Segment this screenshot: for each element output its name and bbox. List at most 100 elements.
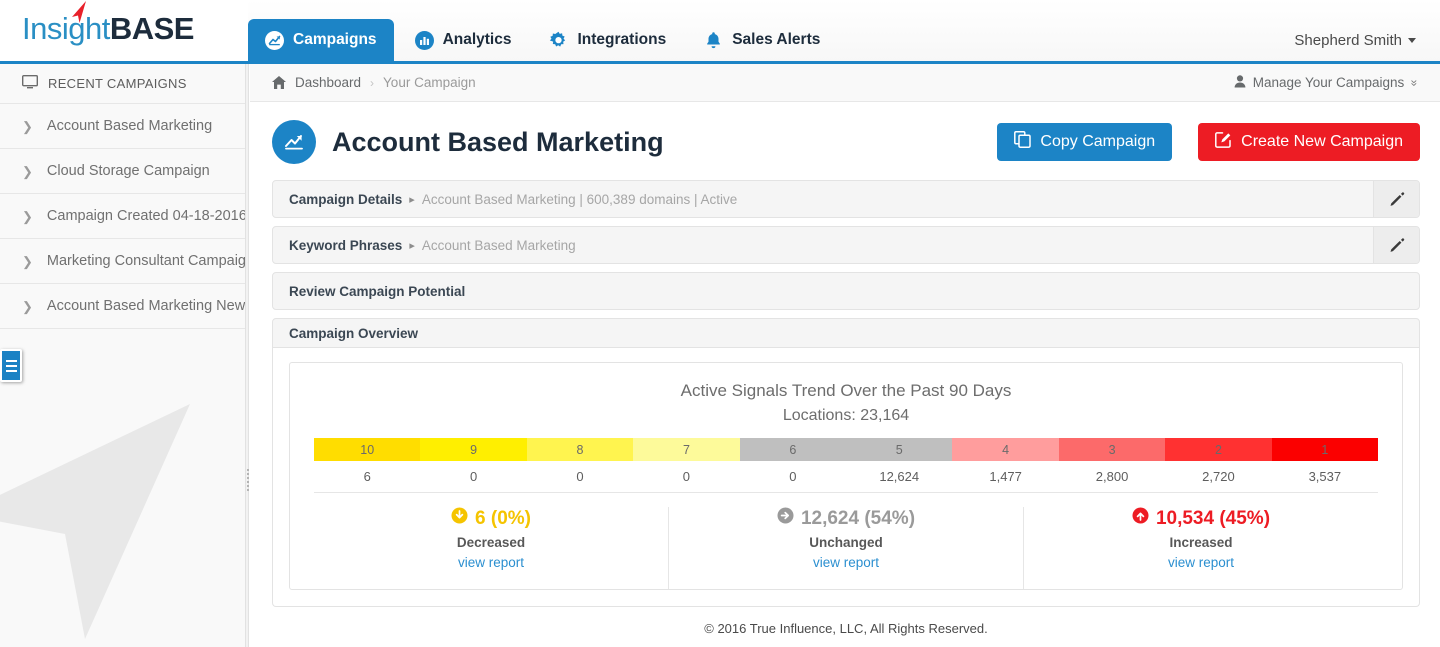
stat-value-wrap: 6 (0%) — [451, 507, 531, 530]
tab-sales-alerts[interactable]: Sales Alerts — [687, 19, 837, 61]
value-cell: 0 — [789, 469, 797, 484]
value-cell: 2,720 — [1202, 469, 1235, 484]
logo-arrow-icon — [72, 1, 86, 23]
tab-sales-alerts-label: Sales Alerts — [732, 31, 821, 48]
sidebar-header: RECENT CAMPAIGNS — [0, 64, 245, 104]
stat-label: Unchanged — [809, 535, 883, 550]
scale-cell[interactable]: 9 — [420, 438, 527, 461]
home-icon — [272, 76, 286, 89]
page-action-buttons: Copy Campaign Create New Campaign — [997, 123, 1420, 161]
scale-cell[interactable]: 3 — [1058, 438, 1166, 461]
value-cell: 0 — [576, 469, 584, 484]
signal-scale: 10 9 8 7 6 5 4 3 2 1 6 0 0 0 0 12,624 1,… — [314, 438, 1379, 493]
scale-cell[interactable]: 7 — [633, 438, 740, 461]
chart-title: Active Signals Trend Over the Past 90 Da… — [680, 381, 1012, 400]
active-signals-chart: Active Signals Trend Over the Past 90 Da… — [289, 362, 1403, 590]
splitter-grip-dots — [247, 469, 249, 491]
arrow-circle-up-icon — [1132, 507, 1149, 530]
sidebar-item-cloud-storage-campaign[interactable]: ❯ Cloud Storage Campaign — [0, 149, 245, 194]
scale-cell[interactable]: 10 — [314, 438, 421, 461]
sidebar-item-marketing-consultant-campaign[interactable]: ❯ Marketing Consultant Campaign — [0, 239, 245, 284]
sidebar-toggle-button[interactable] — [0, 349, 22, 382]
panel-campaign-details[interactable]: Campaign Details ▸ Account Based Marketi… — [272, 180, 1420, 218]
gear-icon — [549, 31, 568, 50]
create-new-campaign-button[interactable]: Create New Campaign — [1198, 123, 1420, 161]
copy-icon — [1014, 131, 1032, 153]
edit-campaign-details-button[interactable] — [1373, 181, 1419, 217]
scale-cell[interactable]: 5 — [846, 438, 953, 461]
chart-subtitle: Locations: 23,164 — [782, 407, 910, 424]
monitor-icon — [21, 74, 39, 92]
stat-value: 12,624 (54%) — [800, 507, 916, 529]
sidebar-splitter[interactable] — [245, 64, 249, 647]
tab-integrations-label: Integrations — [577, 31, 667, 48]
chevron-down-icon — [1408, 37, 1416, 43]
panel-campaign-overview-header[interactable]: Campaign Overview — [272, 318, 1420, 348]
footer-copyright: © 2016 True Influence, LLC, All Rights R… — [704, 621, 988, 636]
sidebar-item-account-based-marketing[interactable]: ❯ Account Based Marketing — [0, 104, 245, 149]
stat-value: 6 (0%) — [475, 507, 531, 529]
stat-decreased: 6 (0%) Decreased view report — [314, 507, 668, 589]
top-navigation-bar: InsightBASE Campaigns Analytics Integrat… — [0, 0, 1440, 64]
arrow-circle-down-icon — [451, 507, 468, 530]
hamburger-icon-bar — [5, 369, 17, 372]
panel-title: Campaign Details — [289, 191, 403, 207]
breadcrumb-dashboard[interactable]: Dashboard — [295, 75, 361, 90]
chevron-right-icon: ❯ — [22, 118, 33, 134]
view-report-link-increased[interactable]: view report — [1168, 555, 1234, 570]
manage-your-campaigns-link[interactable]: Manage Your Campaigns » — [1234, 74, 1422, 91]
app-logo[interactable]: InsightBASE — [0, 0, 248, 61]
caret-right-icon: ▸ — [409, 239, 415, 252]
hamburger-icon-bar — [5, 359, 17, 362]
sidebar-item-label: Account Based Marketing New ... — [46, 298, 245, 314]
stat-value-wrap: 10,534 (45%) — [1132, 507, 1270, 530]
chart-line-icon — [272, 120, 316, 164]
panel-subtitle: Account Based Marketing — [421, 237, 576, 253]
scale-cell[interactable]: 4 — [952, 438, 1059, 461]
bell-icon — [704, 31, 723, 50]
scale-cell[interactable]: 8 — [526, 438, 634, 461]
stat-label: Increased — [1169, 535, 1233, 550]
tab-analytics[interactable]: Analytics — [398, 19, 529, 61]
chart-line-circle-icon — [265, 30, 284, 50]
panel-review-campaign-potential[interactable]: Review Campaign Potential — [272, 272, 1420, 310]
sidebar-item-label: Cloud Storage Campaign — [46, 163, 210, 179]
edit-keyword-phrases-button[interactable] — [1373, 227, 1419, 263]
user-menu[interactable]: Shepherd Smith — [1294, 19, 1440, 61]
value-cell: 3,537 — [1308, 469, 1342, 484]
copy-campaign-button[interactable]: Copy Campaign — [997, 123, 1173, 161]
arrow-watermark-icon — [0, 404, 190, 639]
tab-analytics-label: Analytics — [442, 31, 512, 48]
tab-campaigns[interactable]: Campaigns — [248, 19, 394, 61]
scale-value-row: 6 0 0 0 0 12,624 1,477 2,800 2,720 3,537 — [314, 461, 1378, 493]
copy-campaign-label: Copy Campaign — [1040, 133, 1156, 150]
breadcrumb-your-campaign: Your Campaign — [383, 75, 476, 90]
stat-unchanged: 12,624 (54%) Unchanged view report — [668, 507, 1023, 589]
stat-increased: 10,534 (45%) Increased view report — [1023, 507, 1378, 589]
double-chevron-down-icon: » — [1407, 79, 1422, 86]
caret-right-icon: ▸ — [409, 193, 415, 206]
view-report-link-unchanged[interactable]: view report — [813, 555, 879, 570]
scale-cell[interactable]: 6 — [739, 438, 847, 461]
value-cell: 0 — [469, 469, 478, 484]
value-cell: 1,477 — [989, 469, 1022, 484]
chevron-right-icon: ❯ — [22, 163, 33, 179]
view-report-link-decreased[interactable]: view report — [458, 555, 524, 570]
pencil-icon — [1390, 238, 1404, 252]
tab-campaigns-label: Campaigns — [293, 31, 377, 48]
sidebar-item-campaign-created[interactable]: ❯ Campaign Created 04-18-2016 — [0, 194, 245, 239]
sidebar: RECENT CAMPAIGNS ❯ Account Based Marketi… — [0, 64, 246, 647]
arrow-circle-right-icon — [777, 507, 794, 530]
sidebar-item-account-based-marketing-new[interactable]: ❯ Account Based Marketing New ... — [0, 284, 245, 329]
panel-title: Keyword Phrases — [289, 237, 403, 253]
user-menu-label: Shepherd Smith — [1294, 31, 1402, 49]
scale-cell[interactable]: 2 — [1165, 438, 1272, 461]
pencil-square-icon — [1215, 131, 1232, 153]
panel-keyword-phrases[interactable]: Keyword Phrases ▸ Account Based Marketin… — [272, 226, 1420, 264]
user-icon — [1234, 74, 1246, 91]
tab-integrations[interactable]: Integrations — [532, 19, 683, 61]
chevron-right-icon: ❯ — [22, 253, 33, 269]
scale-cell[interactable]: 1 — [1271, 438, 1379, 461]
scale-category-row: 10 9 8 7 6 5 4 3 2 1 — [314, 438, 1379, 461]
panel-subtitle: Account Based Marketing | 600,389 domain… — [421, 191, 738, 207]
